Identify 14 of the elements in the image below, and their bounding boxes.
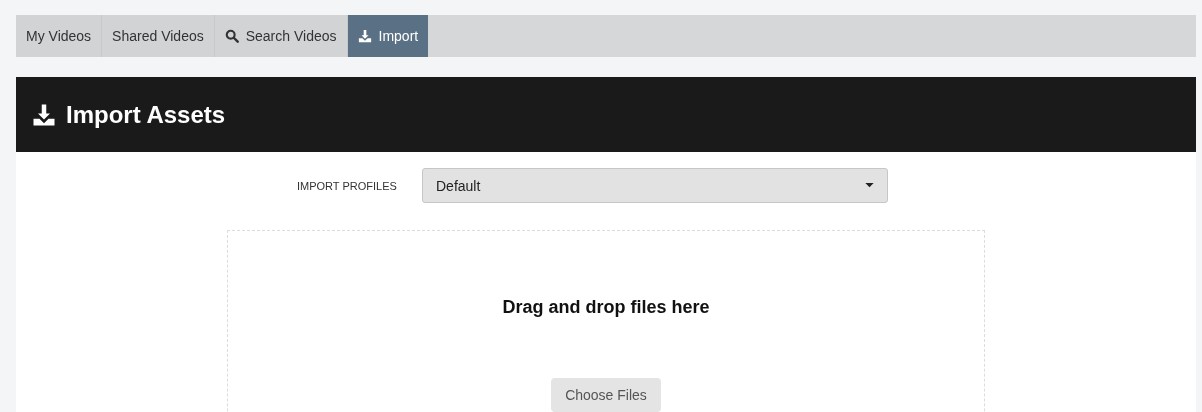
nav-tab[interactable]: Search Videos — [214, 15, 348, 57]
download-icon — [357, 29, 372, 43]
download-icon — [32, 102, 56, 127]
search-icon — [224, 29, 239, 43]
field-label: IMPORT PROFILES — [297, 179, 398, 192]
dropzone-heading: Drag and drop files here — [502, 297, 710, 318]
caret-icon — [865, 183, 874, 188]
choose-files-button[interactable]: Choose Files — [551, 378, 661, 412]
nav-tab[interactable]: Import — [347, 15, 429, 57]
dropzone[interactable]: Drag and drop files here Choose Files — [227, 230, 985, 412]
page-title: Import Assets — [66, 100, 226, 129]
nav-tab[interactable]: My Videos — [16, 15, 103, 57]
nav-tab[interactable]: Shared Videos — [102, 15, 215, 57]
profile-dropdown[interactable]: Default — [422, 168, 888, 203]
